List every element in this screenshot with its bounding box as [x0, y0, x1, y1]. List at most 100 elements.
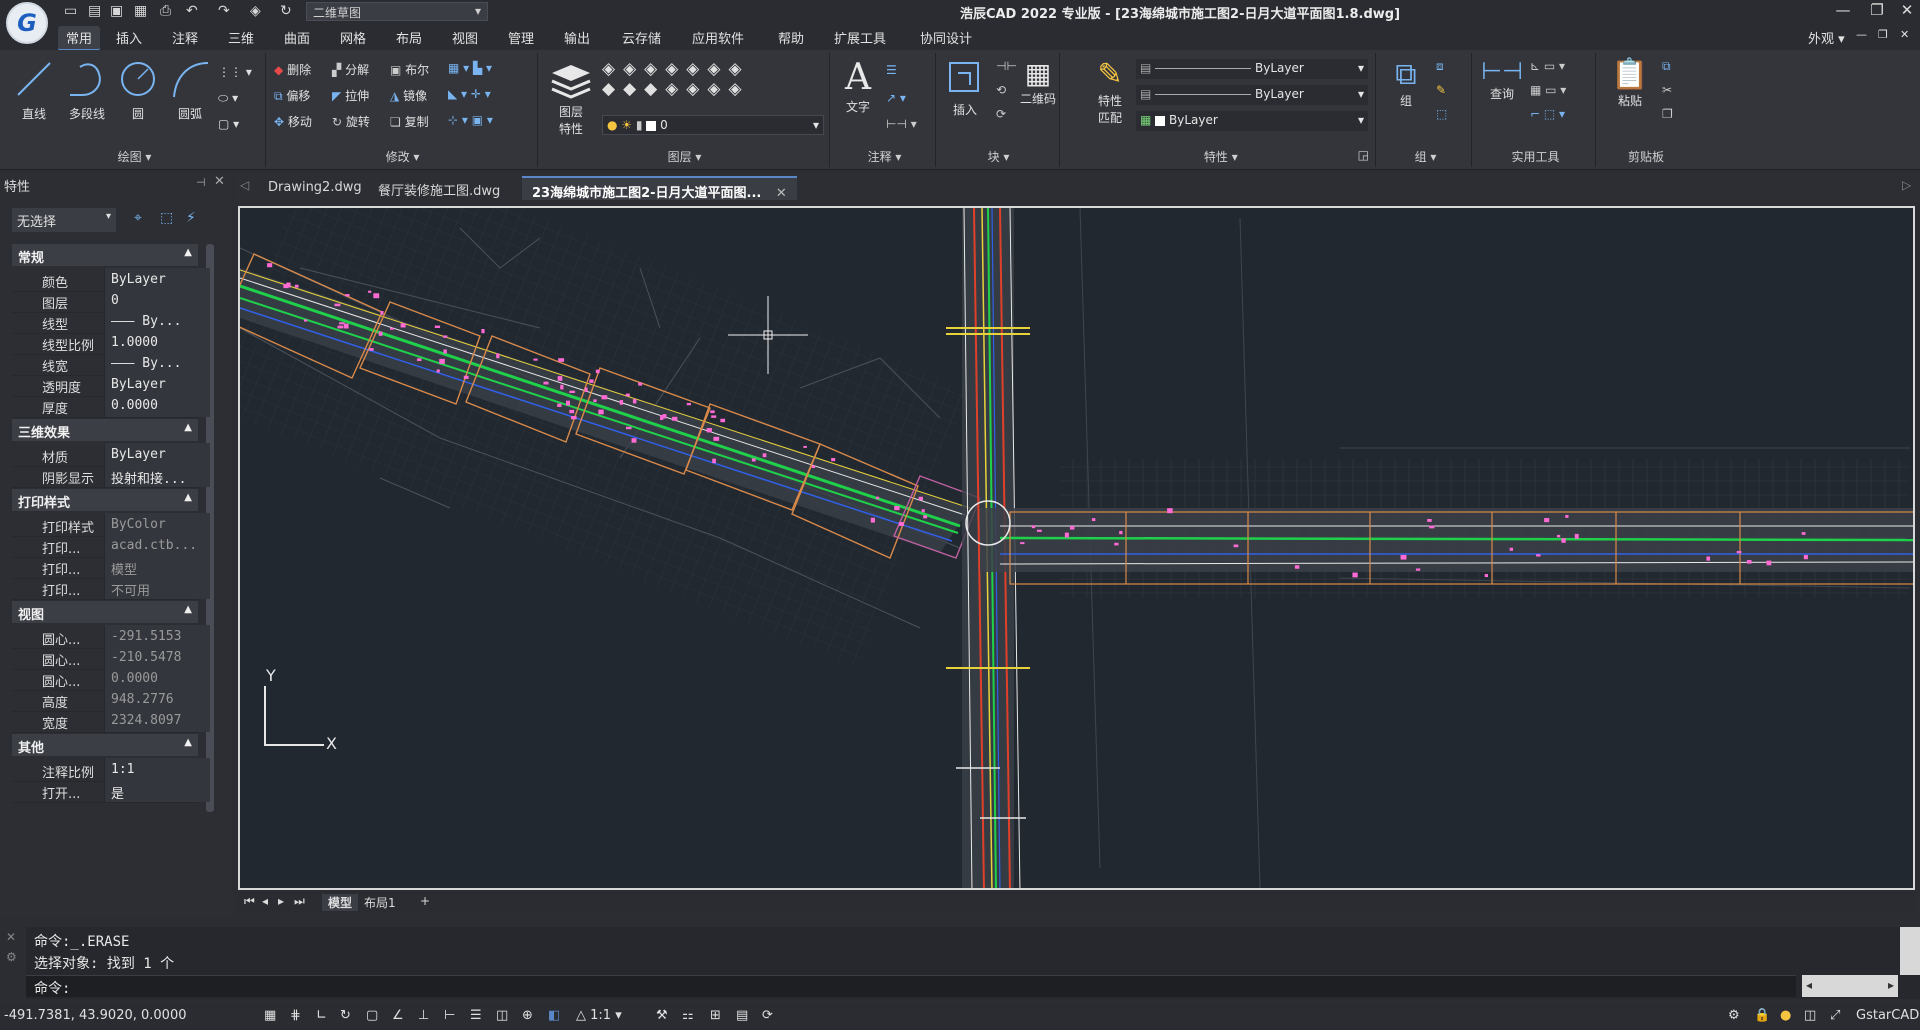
- group-button[interactable]: ⧉ 组: [1386, 57, 1426, 137]
- stretch-button[interactable]: ◤ 拉伸: [332, 87, 369, 104]
- annotation-scale[interactable]: △ 1:1 ▾: [576, 1008, 622, 1023]
- tab-extensions[interactable]: 扩展工具: [834, 28, 886, 47]
- properties-section-general[interactable]: 常规 ▲: [12, 244, 198, 266]
- panel-close-icon[interactable]: ✕: [214, 174, 225, 189]
- coordinate-icon[interactable]: ⊾ ▭ ▾: [1530, 59, 1565, 73]
- clipboard-panel-title[interactable]: 剪贴板: [1600, 148, 1692, 165]
- hatch-icon[interactable]: ⋮⋮ ▾: [218, 65, 252, 79]
- hardware-accel-icon[interactable]: ◫: [1804, 1008, 1816, 1023]
- insert-block-button[interactable]: 插入: [942, 57, 988, 137]
- ortho-icon[interactable]: ∟: [316, 1008, 327, 1023]
- polyline-button[interactable]: 多段线: [64, 57, 110, 131]
- property-row[interactable]: 打印... 不可用: [12, 576, 210, 600]
- cut-icon[interactable]: ✂: [1662, 83, 1672, 97]
- refresh-icon[interactable]: ↻: [280, 3, 292, 19]
- next-layout-icon[interactable]: ▸: [278, 894, 284, 908]
- calculator-icon[interactable]: ▦ ▭ ▾: [1530, 83, 1566, 97]
- leader-icon[interactable]: ↗ ▾: [886, 91, 906, 105]
- drawing-canvas[interactable]: Y X: [238, 206, 1915, 890]
- snap-icon[interactable]: ⋕: [290, 1008, 301, 1023]
- workspace-icon[interactable]: ⊞: [710, 1008, 721, 1023]
- utilities-panel-title[interactable]: 实用工具: [1476, 148, 1595, 165]
- print-icon[interactable]: ⎙: [160, 3, 171, 19]
- layout-tab-model[interactable]: 模型: [322, 894, 359, 911]
- chevron-left-icon[interactable]: ◁: [240, 178, 249, 192]
- paste-button[interactable]: 📋 粘贴: [1608, 57, 1652, 137]
- fillet-icon[interactable]: ◣ ▾ ✛ ▾: [448, 87, 491, 101]
- property-row[interactable]: 宽度 2324.8097: [12, 709, 210, 733]
- dimension-icon[interactable]: ⊢⊣ ▾: [886, 117, 917, 131]
- layout-tab-1[interactable]: 布局1: [364, 894, 396, 911]
- workspace-select[interactable]: 二维草图 ▾: [306, 2, 488, 21]
- expand-icon[interactable]: ◲: [1358, 148, 1375, 162]
- undo-icon[interactable]: ↶: [186, 3, 198, 19]
- doc-tab[interactable]: Drawing2.dwg: [258, 176, 372, 200]
- lineweight-toggle-icon[interactable]: ☰: [470, 1008, 482, 1023]
- properties-section-misc[interactable]: 其他 ▲: [12, 734, 198, 756]
- save-as-icon[interactable]: ▦: [134, 3, 147, 19]
- property-row[interactable]: 厚度 0.0000: [12, 394, 210, 418]
- properties-section-view[interactable]: 视图 ▲: [12, 601, 198, 623]
- block-edit-icon[interactable]: ⊣⊢: [996, 59, 1017, 73]
- last-layout-icon[interactable]: ⏭: [294, 894, 305, 909]
- command-input[interactable]: 命令:: [26, 975, 1796, 997]
- open-folder-icon[interactable]: ▤: [88, 3, 101, 19]
- copy-base-icon[interactable]: ❐: [1662, 107, 1673, 121]
- properties-panel-title[interactable]: 特性 ▾ ◲: [1084, 148, 1375, 165]
- first-layout-icon[interactable]: ⏮: [244, 894, 255, 909]
- auto-scale-icon[interactable]: ⚏: [682, 1008, 694, 1023]
- grid-icon[interactable]: ▦: [264, 1008, 276, 1023]
- circle-button[interactable]: 圆: [116, 57, 160, 131]
- rectangle-icon[interactable]: ▢ ▾: [218, 117, 239, 131]
- copy-clip-icon[interactable]: ⧉: [1662, 59, 1671, 74]
- select-objects-icon[interactable]: ⬚: [160, 210, 173, 226]
- restore-button[interactable]: ❐: [1864, 1, 1890, 23]
- move-button[interactable]: ✥ 移动: [274, 113, 312, 130]
- isolate-icon[interactable]: ●: [1780, 1008, 1791, 1023]
- match-properties-button[interactable]: ✎ 特性 匹配: [1088, 57, 1132, 141]
- tab-cloud[interactable]: 云存储: [622, 28, 661, 47]
- layer-dropdown[interactable]: ● ☀ ▮ 0 ▾: [602, 115, 824, 135]
- erase-button[interactable]: ◆ 删除: [274, 61, 311, 78]
- pickadd-icon[interactable]: ⌖: [134, 210, 142, 226]
- line-button[interactable]: 直线: [12, 57, 56, 131]
- tab-annotate[interactable]: 注释: [172, 28, 198, 47]
- settings-gear-icon[interactable]: ⚙: [1728, 1008, 1740, 1023]
- property-row[interactable]: 阴影显示 投射和接...: [12, 464, 210, 488]
- transparency-icon[interactable]: ◫: [496, 1008, 508, 1023]
- calculator-status-icon[interactable]: ▤: [736, 1008, 748, 1023]
- mirror-button[interactable]: ◮ 镜像: [390, 87, 427, 104]
- block-panel-title[interactable]: 块 ▾: [938, 148, 1059, 165]
- annotation-panel-title[interactable]: 注释 ▾: [834, 148, 935, 165]
- array-icon[interactable]: ▦ ▾ ▙ ▾: [448, 61, 492, 75]
- fullscreen-icon[interactable]: ⤢: [1830, 1008, 1840, 1023]
- doc-tab[interactable]: 餐厅装修施工图.dwg: [368, 176, 510, 200]
- chevron-right-icon[interactable]: ▷: [1902, 178, 1911, 192]
- property-row[interactable]: 打开... 是: [12, 779, 210, 803]
- ribbon-close-icon[interactable]: ✕: [1900, 28, 1909, 41]
- prev-layout-icon[interactable]: ◂: [262, 894, 268, 908]
- ribbon-restore-icon[interactable]: ❐: [1878, 28, 1888, 41]
- tab-home[interactable]: 常用: [58, 26, 101, 51]
- tab-insert[interactable]: 插入: [116, 28, 142, 47]
- block-attr-icon[interactable]: ⟲: [996, 83, 1006, 97]
- appearance-menu[interactable]: 外观 ▾: [1808, 28, 1845, 47]
- table-icon[interactable]: ☰: [886, 63, 897, 77]
- dyn-icon[interactable]: ⊢: [444, 1008, 455, 1023]
- layer-tools-grid[interactable]: ◈◈◈◈◈◈◈ ◆◆◆◈◈◈◈: [602, 59, 822, 99]
- tab-close-icon[interactable]: ✕: [776, 186, 787, 201]
- cmd-close-icon[interactable]: ✕: [6, 930, 16, 944]
- annotation-visibility-icon[interactable]: ⚒: [656, 1008, 668, 1023]
- layer-properties-button[interactable]: 图层 特性: [546, 59, 596, 139]
- qp-icon[interactable]: ⊕: [522, 1008, 533, 1023]
- copy-button[interactable]: ❏ 复制: [390, 113, 429, 130]
- pin-icon[interactable]: ⊣: [196, 176, 206, 189]
- otrack-icon[interactable]: ∠: [392, 1008, 404, 1023]
- osnap-icon[interactable]: ▢: [366, 1008, 378, 1023]
- properties-section-3d[interactable]: 三维效果 ▲: [12, 419, 198, 441]
- tab-surface[interactable]: 曲面: [284, 28, 310, 47]
- quick-select-icon[interactable]: ⚡: [186, 210, 196, 226]
- explode-button[interactable]: ▞ 分解: [332, 61, 369, 78]
- modify-panel-title[interactable]: 修改 ▾: [268, 148, 537, 165]
- group-edit-icon[interactable]: ✎: [1436, 83, 1446, 97]
